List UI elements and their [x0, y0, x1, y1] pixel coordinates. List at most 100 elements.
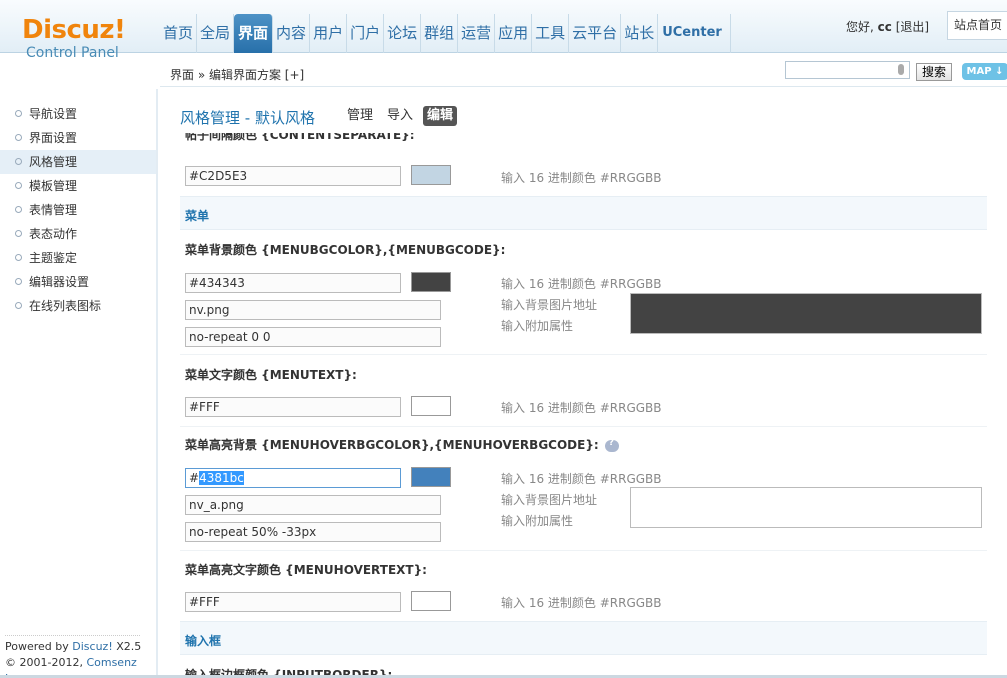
map-label: MAP	[966, 66, 992, 77]
nav-portal[interactable]: 门户	[347, 14, 385, 53]
arrow-down-icon: ↓	[995, 66, 1004, 77]
title-tabs: 管理 导入 编辑	[343, 106, 458, 126]
nav-global[interactable]: 全局	[197, 14, 235, 53]
copyright: © 2001-2012,	[5, 656, 87, 669]
menuhover-hint-image: 输入背景图片地址	[501, 493, 598, 507]
menubg-preview	[630, 293, 982, 334]
logout-link[interactable]: [退出]	[896, 20, 929, 34]
map-button[interactable]: MAP ↓	[962, 63, 1007, 80]
sidebar-item-label: 编辑器设置	[29, 275, 90, 289]
breadcrumb: 界面 » 编辑界面方案 [+]	[170, 68, 305, 82]
sidebar-item-clicks[interactable]: 表态动作	[0, 222, 156, 246]
sidebar-item-smilies[interactable]: 表情管理	[0, 198, 156, 222]
nav-style[interactable]: 界面	[234, 14, 274, 53]
section-menu: 菜单	[180, 196, 987, 230]
bullet-icon	[15, 110, 22, 117]
menuhovertext-hint: 输入 16 进制颜色 #RRGGBB	[501, 596, 662, 610]
site-home-button[interactable]: 站点首页	[947, 11, 1007, 40]
nav-user[interactable]: 用户	[310, 14, 348, 53]
search-input[interactable]	[785, 61, 910, 79]
field-label-menutext: 菜单文字颜色 {MENUTEXT}:	[185, 368, 357, 382]
menuhover-label-text: 菜单高亮背景 {MENUHOVERBGCOLOR},{MENUHOVERBGCO…	[185, 438, 599, 452]
tab-manage[interactable]: 管理	[343, 106, 377, 126]
menubg-image-input[interactable]: nv.png	[185, 300, 441, 320]
sidebar-footer: Powered by Discuz! X2.5 © 2001-2012, Com…	[5, 639, 156, 678]
menuhovertext-color-input[interactable]: #FFF	[185, 592, 401, 612]
sidebar-item-styles[interactable]: 风格管理	[0, 150, 156, 174]
menubg-hint-extra: 输入附加属性	[501, 319, 574, 333]
menubg-hint-image: 输入背景图片地址	[501, 298, 598, 312]
menuhover-color-swatch[interactable]	[411, 467, 451, 487]
menutext-color-swatch[interactable]	[411, 396, 451, 416]
nav-content[interactable]: 内容	[273, 14, 311, 53]
powered-by: Powered by	[5, 640, 73, 653]
main-content: 风格管理 - 默认风格 管理 导入 编辑 帖子间隔颜色 {CONTENTSEPA…	[160, 89, 1007, 678]
row-divider	[180, 354, 987, 355]
sidebar-item-editor[interactable]: 编辑器设置	[0, 270, 156, 294]
sidebar-item-label: 风格管理	[29, 155, 78, 169]
bullet-icon	[15, 278, 22, 285]
bullet-icon	[15, 206, 22, 213]
menuhover-hint-extra: 输入附加属性	[501, 514, 574, 528]
menuhover-image-input[interactable]: nv_a.png	[185, 495, 441, 515]
logo-sub: Control Panel	[26, 45, 119, 61]
row-divider	[180, 550, 987, 551]
nav-group[interactable]: 群组	[421, 14, 459, 53]
nav-forum[interactable]: 论坛	[384, 14, 422, 53]
user-greeting: 您好, cc [退出]	[846, 18, 929, 35]
menuhover-color-input[interactable]: #4381bc	[185, 468, 401, 488]
menutext-hint: 输入 16 进制颜色 #RRGGBB	[501, 401, 662, 415]
menuhover-color-prefix: #	[189, 471, 200, 485]
sidebar-item-label: 模板管理	[29, 179, 78, 193]
version: X2.5	[112, 640, 142, 653]
nav-founder[interactable]: 站长	[621, 14, 659, 53]
tab-import[interactable]: 导入	[383, 106, 417, 126]
sidebar-item-thread-types[interactable]: 主题鉴定	[0, 246, 156, 270]
top-nav: 首页 全局 界面 内容 用户 门户 论坛 群组 运营 应用 工具 云平台 站长 …	[160, 14, 731, 53]
section-input-title: 输入框	[185, 634, 222, 648]
nav-cloud[interactable]: 云平台	[569, 14, 622, 53]
sidebar-item-label: 导航设置	[29, 107, 78, 121]
sidebar-item-label: 表情管理	[29, 203, 78, 217]
greet-prefix: 您好,	[846, 20, 874, 34]
contentsep-color-input[interactable]: #C2D5E3	[185, 166, 401, 186]
sidebar-item-label: 主题鉴定	[29, 251, 78, 265]
header: Discuz! Control Panel 首页 全局 界面 内容 用户 门户 …	[0, 0, 1007, 61]
sidebar-item-layout[interactable]: 界面设置	[0, 126, 156, 150]
sidebar-item-online-icons[interactable]: 在线列表图标	[0, 294, 156, 318]
contentsep-color-swatch[interactable]	[411, 165, 451, 185]
search-button[interactable]: 搜索	[916, 63, 952, 81]
menubg-color-swatch[interactable]	[411, 272, 451, 292]
nav-tools[interactable]: 工具	[532, 14, 570, 53]
menubg-hint-color: 输入 16 进制颜色 #RRGGBB	[501, 277, 662, 291]
menuhover-extra-input[interactable]: no-repeat 50% -33px	[185, 522, 441, 542]
nav-operation[interactable]: 运营	[458, 14, 496, 53]
menubg-extra-input[interactable]: no-repeat 0 0	[185, 327, 441, 347]
sub-bar: 界面 » 编辑界面方案 [+] 搜索 MAP ↓	[160, 60, 1007, 87]
nav-plugin[interactable]: 应用	[495, 14, 533, 53]
brand-link[interactable]: Discuz!	[72, 640, 112, 653]
menuhover-hint-color: 输入 16 进制颜色 #RRGGBB	[501, 472, 662, 486]
bullet-icon	[15, 302, 22, 309]
nav-ucenter[interactable]: UCenter	[658, 14, 731, 53]
logo[interactable]: Discuz! Control Panel	[22, 16, 132, 62]
tab-edit[interactable]: 编辑	[423, 106, 458, 126]
sidebar-item-nav[interactable]: 导航设置	[0, 102, 156, 126]
bullet-icon	[15, 158, 22, 165]
mic-icon	[898, 64, 904, 75]
bullet-icon	[15, 134, 22, 141]
bullet-icon	[15, 182, 22, 189]
field-label-menuhovertext: 菜单高亮文字颜色 {MENUHOVERTEXT}:	[185, 563, 427, 577]
help-icon[interactable]	[604, 438, 619, 452]
sidebar-item-label: 在线列表图标	[29, 299, 102, 313]
footer-divider	[5, 635, 140, 636]
row-divider	[180, 426, 987, 427]
menubg-color-input[interactable]: #434343	[185, 273, 401, 293]
menuhovertext-color-swatch[interactable]	[411, 591, 451, 611]
nav-home[interactable]: 首页	[160, 14, 198, 53]
sidebar-item-templates[interactable]: 模板管理	[0, 174, 156, 198]
page-title: 风格管理 - 默认风格	[180, 109, 315, 127]
menuhover-color-selection: 4381bc	[199, 471, 244, 485]
menutext-color-input[interactable]: #FFF	[185, 397, 401, 417]
menuhover-preview	[630, 487, 982, 528]
